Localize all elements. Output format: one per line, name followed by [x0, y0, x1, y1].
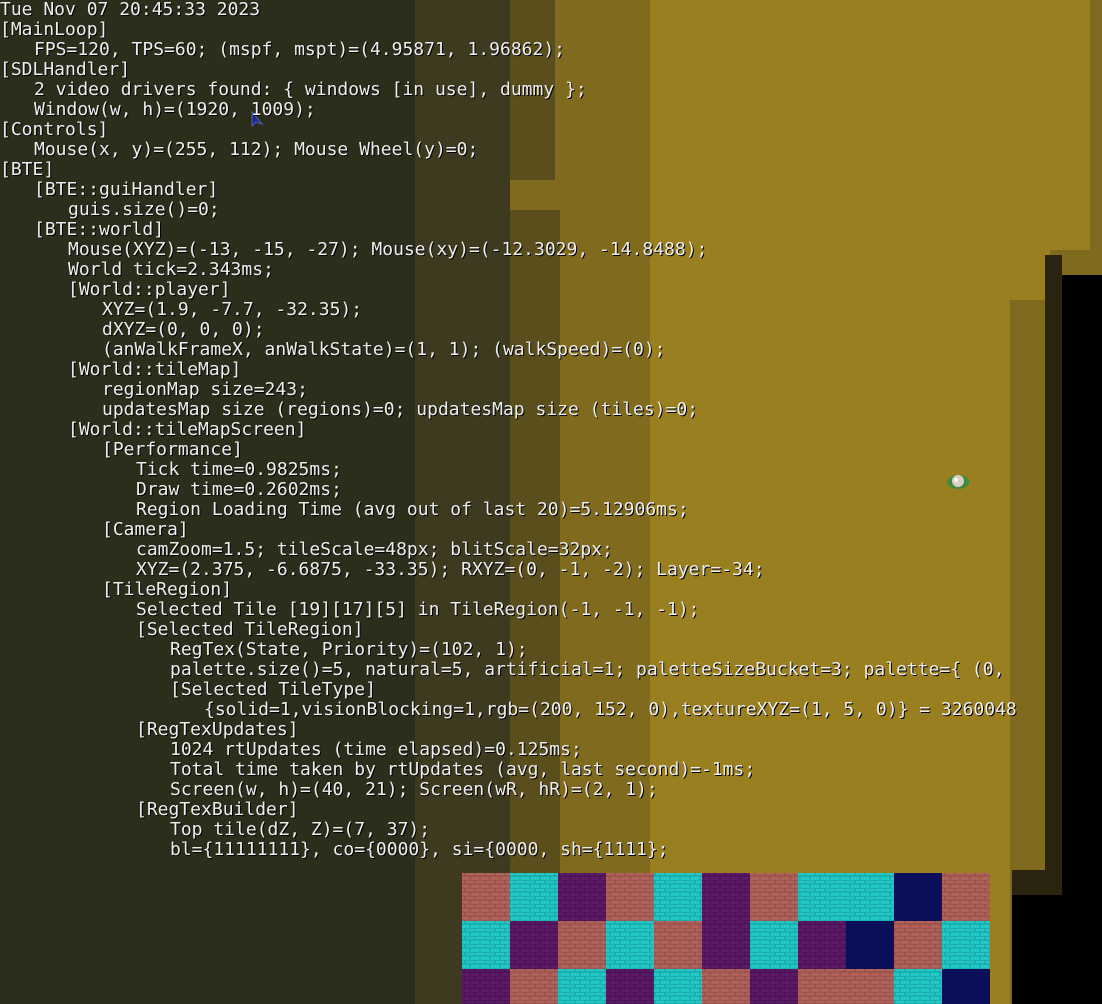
- debug-line: bl={11111111}, co={0000}, si={0000, sh={…: [170, 839, 669, 860]
- debug-line: [Selected TileType]: [170, 679, 376, 700]
- debug-line: camZoom=1.5; tileScale=48px; blitScale=3…: [136, 539, 613, 560]
- debug-line: [BTE::world]: [34, 219, 165, 240]
- debug-line: [RegTexUpdates]: [136, 719, 299, 740]
- debug-line: [TileRegion]: [102, 579, 233, 600]
- debug-line: FPS=120, TPS=60; (mspf, mspt)=(4.95871, …: [34, 39, 566, 60]
- debug-line: Draw time=0.2602ms;: [136, 479, 342, 500]
- debug-line: [Controls]: [0, 119, 109, 140]
- debug-line: dXYZ=(0, 0, 0);: [102, 319, 265, 340]
- debug-line: Screen(w, h)=(40, 21); Screen(wR, hR)=(2…: [170, 779, 658, 800]
- debug-line: [World::tileMap]: [68, 359, 242, 380]
- debug-line: Mouse(x, y)=(255, 112); Mouse Wheel(y)=0…: [34, 139, 479, 160]
- debug-line: RegTex(State, Priority)=(102, 1);: [170, 639, 528, 660]
- debug-line: (anWalkFrameX, anWalkState)=(1, 1); (wal…: [102, 339, 666, 360]
- debug-line: Region Loading Time (avg out of last 20)…: [136, 499, 689, 520]
- debug-line: Mouse(XYZ)=(-13, -15, -27); Mouse(xy)=(-…: [68, 239, 708, 260]
- debug-line: [Performance]: [102, 439, 243, 460]
- debug-line: [BTE]: [0, 159, 55, 180]
- debug-line: 2 video drivers found: { windows [in use…: [34, 79, 587, 100]
- debug-line: Total time taken by rtUpdates (avg, last…: [170, 759, 756, 780]
- debug-line: Tick time=0.9825ms;: [136, 459, 342, 480]
- debug-line: [World::tileMapScreen]: [68, 419, 307, 440]
- debug-line: palette.size()=5, natural=5, artificial=…: [170, 659, 1005, 680]
- debug-line: [SDLHandler]: [0, 59, 131, 80]
- debug-overlay: Tue Nov 07 20:45:33 2023 [MainLoop] FPS=12…: [0, 0, 1102, 1004]
- debug-line: guis.size()=0;: [68, 199, 220, 220]
- debug-line: XYZ=(2.375, -6.6875, -33.35); RXYZ=(0, -…: [136, 559, 765, 580]
- debug-line: XYZ=(1.9, -7.7, -32.35);: [102, 299, 363, 320]
- debug-line: [RegTexBuilder]: [136, 799, 299, 820]
- debug-line: [MainLoop]: [0, 19, 109, 40]
- debug-line: Top tile(dZ, Z)=(7, 37);: [170, 819, 431, 840]
- debug-line: Selected Tile [19][17][5] in TileRegion(…: [136, 599, 700, 620]
- debug-line: regionMap size=243;: [102, 379, 308, 400]
- debug-line: updatesMap size (regions)=0; updatesMap …: [102, 399, 699, 420]
- debug-line: [Selected TileRegion]: [136, 619, 364, 640]
- debug-line: Window(w, h)=(1920, 1009);: [34, 99, 316, 120]
- debug-line: 1024 rtUpdates (time elapsed)=0.125ms;: [170, 739, 582, 760]
- debug-line: World tick=2.343ms;: [68, 259, 274, 280]
- debug-line: [World::player]: [68, 279, 231, 300]
- debug-line: [BTE::guiHandler]: [34, 179, 219, 200]
- debug-line: Tue Nov 07 20:45:33 2023: [0, 0, 261, 20]
- debug-line: [Camera]: [102, 519, 189, 540]
- debug-line: {solid=1,visionBlocking=1,rgb=(200, 152,…: [204, 699, 1017, 720]
